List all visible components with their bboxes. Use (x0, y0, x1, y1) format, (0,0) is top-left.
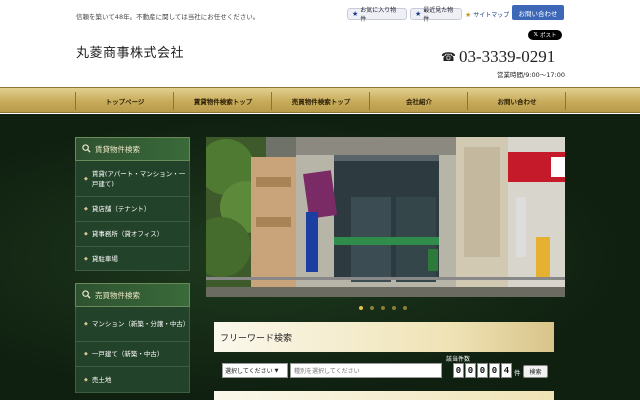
slider-dot[interactable] (359, 306, 363, 310)
nav-sale-search[interactable]: 売買物件検索トップ (272, 88, 370, 114)
category-select[interactable]: 選択してください ▼ (222, 363, 288, 378)
recent-label: 最近見た物件 (423, 7, 454, 23)
site-tagline: 信頼を築いて48年。不動産に関しては当社にお任せください。 (76, 13, 260, 21)
sale-search-heading: 売買物件検索 (75, 283, 190, 307)
rental-search-heading: 賃貸物件検索 (75, 137, 190, 161)
x-post-button[interactable]: 𝕏 ポスト (528, 30, 562, 40)
bullet-icon: ◆ (84, 175, 88, 182)
slider-dot[interactable] (370, 306, 374, 310)
star-icon: ★ (415, 10, 422, 18)
nav-top[interactable]: トップページ (76, 88, 174, 114)
bullet-icon: ◆ (84, 206, 88, 212)
sidebar-item-label: 貸店舗（テナント） (91, 205, 151, 213)
x-post-label: ポスト (539, 33, 557, 39)
rental-search-menu: 賃貸物件検索 ◆ 賃貸(アパート・マンション・一戸建て) ◆ 貸店舗（テナント）… (75, 137, 190, 271)
search-icon (82, 289, 91, 301)
x-logo-icon: 𝕏 (533, 32, 538, 38)
search-icon (82, 143, 91, 155)
bullet-icon: ◆ (84, 351, 88, 357)
sale-search-menu: 売買物件検索 ◆ マンション（新築・分譲・中古） ◆ 一戸建て（新築・中古） ◆… (75, 283, 190, 393)
slider-dot[interactable] (392, 306, 396, 310)
sitemap-label: サイトマップ (473, 12, 510, 19)
sidebar-item-label: 貸駐車場 (91, 254, 118, 263)
sitemap-link[interactable]: ★ サイトマップ (465, 10, 510, 20)
sidebar-item-sale-land[interactable]: ◆ 売土地 (75, 367, 190, 393)
counter-digit: 0 (489, 363, 500, 378)
business-hours: 営業時間/9:00〜17:00 (497, 71, 566, 79)
recent-button[interactable]: ★ 最近見た物件 (410, 7, 462, 23)
favorites-label: お気に入り物件 (360, 7, 397, 23)
favorites-button[interactable]: ★ お気に入り物件 (347, 7, 407, 23)
sidebar-item-label: 一戸建て（新築・中古） (91, 350, 164, 358)
sidebar-item-rental-store[interactable]: ◆ 貸店舗（テナント） (75, 197, 190, 222)
phone-text: 03-3339-0291 (458, 47, 556, 66)
sidebar-item-label: 賃貸(アパート・マンション・一戸建て) (91, 169, 186, 188)
slider-pagination (359, 306, 407, 310)
counter-digit: 0 (453, 363, 464, 378)
counter-digit: 4 (501, 363, 512, 378)
result-unit: 件 (514, 369, 521, 377)
phone-number: ☎ 03-3339-0291 (441, 47, 555, 67)
sidebar-item-sale-house[interactable]: ◆ 一戸建て（新築・中古） (75, 342, 190, 367)
global-nav: トップページ 賃貸物件検索トップ 売買物件検索トップ 会社紹介 お問い合わせ (0, 87, 640, 113)
sidebar-item-sale-mansion[interactable]: ◆ マンション（新築・分譲・中古） (75, 307, 190, 342)
slider-dot[interactable] (403, 306, 407, 310)
sidebar-item-label: マンション（新築・分譲・中古） (91, 320, 190, 328)
company-logo[interactable]: 丸菱商事株式会社 (76, 42, 184, 61)
star-icon: ★ (465, 10, 472, 19)
hero-slider-image[interactable] (206, 137, 565, 297)
sidebar-item-rental-office[interactable]: ◆ 貸事務所（貸オフィス） (75, 222, 190, 247)
rental-search-title: 賃貸物件検索 (95, 144, 140, 154)
chevron-down-icon: ▼ (274, 367, 279, 374)
nav-divider (565, 92, 566, 110)
counter-digit: 0 (465, 363, 476, 378)
star-icon: ★ (352, 10, 359, 18)
freeword-input[interactable]: 種別を選択してください (290, 363, 442, 378)
result-count-label: 該当件数 (446, 356, 471, 363)
contact-button[interactable]: お問い合わせ (512, 5, 564, 20)
bullet-icon: ◆ (84, 376, 88, 383)
nav-rental-search[interactable]: 賃貸物件検索トップ (174, 88, 272, 114)
bullet-icon: ◆ (84, 231, 88, 237)
sidebar-item-label: 売土地 (91, 375, 112, 384)
sidebar-item-rental-parking[interactable]: ◆ 貸駐車場 (75, 247, 190, 271)
search-button[interactable]: 検索 (523, 365, 548, 378)
sidebar-item-rental-residential[interactable]: ◆ 賃貸(アパート・マンション・一戸建て) (75, 161, 190, 197)
freeword-search-title: フリーワード検索 (220, 333, 293, 344)
counter-digit: 0 (477, 363, 488, 378)
next-section-heading (214, 391, 554, 400)
bullet-icon: ◆ (84, 255, 88, 262)
sidebar-item-label: 貸事務所（貸オフィス） (91, 230, 164, 238)
freeword-search-heading: フリーワード検索 (214, 322, 554, 352)
phone-icon: ☎ (441, 49, 456, 64)
nav-company[interactable]: 会社紹介 (370, 88, 468, 114)
nav-contact[interactable]: お問い合わせ (468, 88, 566, 114)
sale-search-title: 売買物件検索 (95, 290, 140, 300)
result-counter: 0 0 0 0 4 (453, 363, 512, 378)
bullet-icon: ◆ (84, 321, 88, 327)
category-select-value: 選択してください (225, 368, 273, 375)
slider-dot[interactable] (381, 306, 385, 310)
